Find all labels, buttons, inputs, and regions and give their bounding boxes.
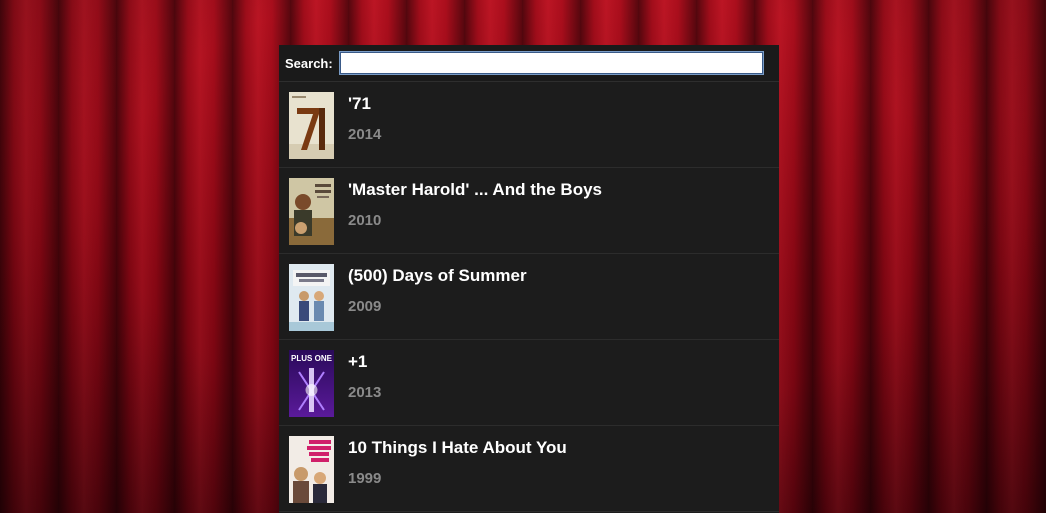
search-input[interactable] bbox=[338, 51, 764, 75]
movie-list: '71 2014 'Master Harold' ... And the Boy… bbox=[279, 82, 779, 512]
poster-10-things-icon bbox=[289, 436, 334, 503]
movie-title: 'Master Harold' ... And the Boys bbox=[348, 180, 602, 199]
poster-71-icon bbox=[289, 92, 334, 159]
movie-year: 2013 bbox=[348, 384, 382, 401]
movie-title: '71 bbox=[348, 94, 371, 113]
movie-year: 1999 bbox=[348, 470, 382, 487]
movie-list-item[interactable]: '71 2014 bbox=[279, 82, 779, 168]
search-label: Search: bbox=[285, 55, 333, 71]
movie-title: +1 bbox=[348, 352, 368, 371]
movie-list-item[interactable]: PLUS ONE +1 2013 bbox=[279, 340, 779, 426]
movie-year: 2009 bbox=[348, 298, 382, 315]
poster-plus-one-icon: PLUS ONE bbox=[289, 350, 334, 417]
search-bar: Search: bbox=[279, 45, 779, 82]
movie-year: 2010 bbox=[348, 212, 382, 229]
movie-year: 2014 bbox=[348, 126, 382, 143]
movie-title: (500) Days of Summer bbox=[348, 266, 527, 285]
poster-master-harold-icon bbox=[289, 178, 334, 245]
movie-search-panel: Search: '71 2014 'Master Harold' ... And… bbox=[279, 45, 779, 513]
movie-title: 10 Things I Hate About You bbox=[348, 438, 567, 457]
movie-list-item[interactable]: (500) Days of Summer 2009 bbox=[279, 254, 779, 340]
poster-title-text: PLUS ONE bbox=[291, 354, 333, 363]
poster-500-days-of-summer-icon bbox=[289, 264, 334, 331]
movie-list-item[interactable]: 'Master Harold' ... And the Boys 2010 bbox=[279, 168, 779, 254]
movie-list-item[interactable]: 10 Things I Hate About You 1999 bbox=[279, 426, 779, 512]
